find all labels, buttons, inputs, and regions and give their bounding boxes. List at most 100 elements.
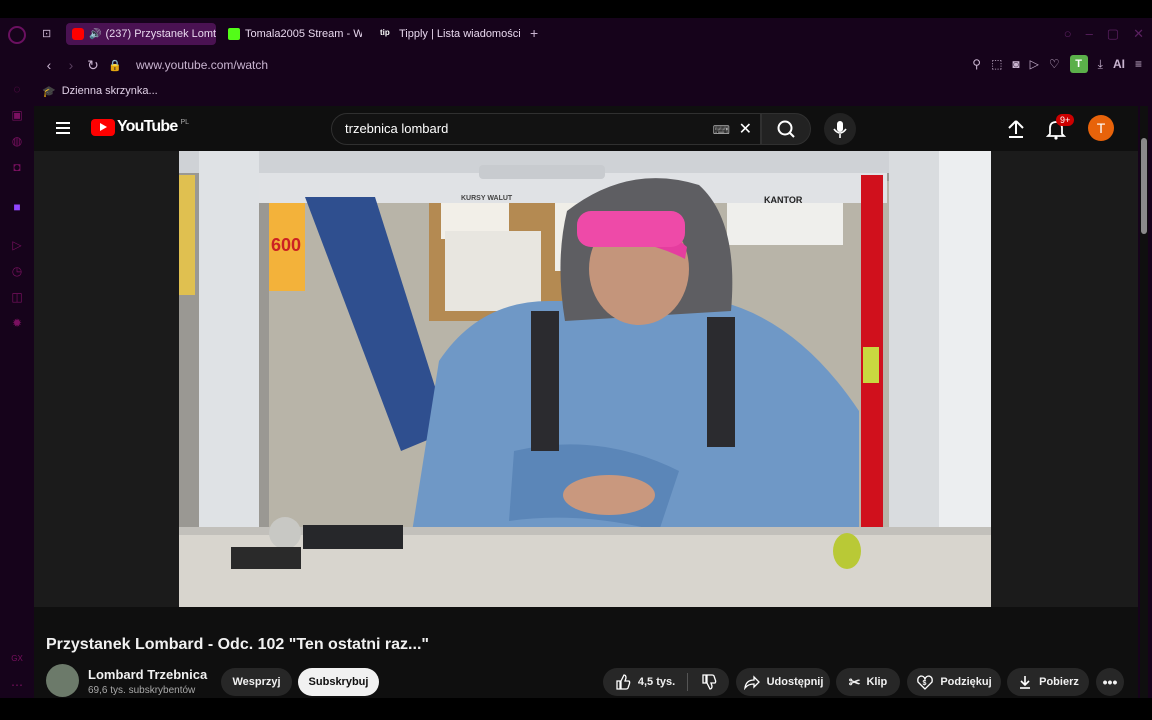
url-field[interactable]: www.youtube.com/watch [136, 58, 268, 72]
country-code: PL [180, 118, 190, 126]
tipply-icon: tip [380, 28, 390, 37]
channel-name[interactable]: Lombard Trzebnica [88, 667, 207, 682]
gx-icon[interactable]: GX [10, 652, 24, 666]
player-icon[interactable]: ▷ [10, 238, 24, 252]
snapshot-icon[interactable]: ⬚ [991, 57, 1002, 71]
tab-youtube[interactable]: 🔊 (237) Przystanek Lomt [66, 23, 216, 45]
user-avatar[interactable]: T [1088, 115, 1114, 141]
search-icon [777, 120, 795, 138]
instagram-icon[interactable]: ◘ [10, 160, 24, 174]
hamburger-menu-icon[interactable] [56, 122, 70, 134]
search-input[interactable] [345, 121, 705, 136]
voice-search-button[interactable] [824, 113, 856, 145]
letterbox-bottom [0, 698, 1152, 720]
tab-label: Tipply | Lista wiadomości [399, 28, 521, 40]
channel-avatar[interactable] [46, 664, 79, 697]
pinboard-icon[interactable]: ◫ [10, 290, 24, 304]
download-label: Pobierz [1039, 676, 1079, 688]
back-icon[interactable]: ‹ [38, 57, 60, 73]
maximize-icon[interactable]: ▢ [1107, 26, 1119, 42]
thanks-button[interactable]: $ Podziękuj [907, 668, 1001, 696]
workspaces-icon[interactable]: ⊡ [42, 27, 51, 40]
svg-text:$: $ [923, 680, 927, 687]
thanks-label: Podziękuj [940, 676, 992, 688]
sidebar-rail: ◌ ▣ ◍ ◘ ■ ▷ ◷ ◫ ✹ GX ⋯ [0, 18, 34, 698]
upload-icon [1008, 120, 1024, 138]
notification-badge: 9+ [1056, 114, 1075, 126]
youtube-logo[interactable]: YouTube PL [91, 118, 189, 136]
lock-icon[interactable]: 🔒 [104, 59, 126, 72]
new-tab-icon[interactable]: + [530, 25, 538, 41]
address-bar: ‹ › ↻ 🔒 www.youtube.com/watch ⚲ ⬚ ◙ ▷ ♡ … [34, 50, 1152, 80]
keyboard-icon[interactable]: ⌨ [713, 123, 730, 137]
download-arrow-icon [1020, 676, 1031, 689]
more-horizontal-icon: ••• [1102, 674, 1118, 690]
close-icon[interactable]: ✕ [1133, 26, 1144, 42]
video-player[interactable]: KURSY WALUT KANTOR 600 [34, 151, 1138, 607]
share-button[interactable]: Udostępnij [736, 668, 830, 696]
twitch-icon[interactable]: ■ [10, 200, 24, 214]
browser-window: ◌ ▣ ◍ ◘ ■ ▷ ◷ ◫ ✹ GX ⋯ ⊡ 🔊 (237) Przysta… [0, 18, 1152, 698]
speaker-icon: 🔊 [89, 28, 102, 40]
minimize-icon[interactable]: – [1086, 26, 1093, 42]
video-title: Przystanek Lombard - Odc. 102 "Ten ostat… [46, 636, 429, 653]
more-actions-button[interactable]: ••• [1096, 668, 1124, 696]
video-frame[interactable]: KURSY WALUT KANTOR 600 [179, 151, 991, 607]
thanks-icon: $ [917, 675, 934, 690]
profile-avatar[interactable]: T [1069, 55, 1088, 73]
microphone-icon [833, 121, 847, 138]
rail-icon-1[interactable]: ◌ [10, 82, 24, 96]
subscribe-button[interactable]: Subskrybuj [298, 668, 379, 696]
history-icon[interactable]: ◷ [10, 264, 24, 278]
forward-icon[interactable]: › [60, 57, 82, 73]
download-button[interactable]: Pobierz [1007, 668, 1089, 696]
graduation-cap-icon: 🎓 [42, 85, 56, 98]
create-button[interactable] [1004, 118, 1028, 140]
play-icon[interactable]: ▷ [1030, 57, 1039, 71]
heart-icon[interactable]: ♡ [1049, 57, 1060, 71]
settings-icon[interactable]: ✹ [10, 316, 24, 330]
tab-label: Tomala2005 Stream - Wat [245, 28, 362, 40]
reload-icon[interactable]: ↻ [82, 57, 104, 74]
tab-kick[interactable]: Tomala2005 Stream - Wat [222, 23, 362, 45]
letterbox-top [0, 0, 1152, 18]
thumbs-down-icon[interactable] [700, 673, 718, 691]
bookmarks-bar: 🎓 Dzienna skrzynka... [34, 80, 1152, 102]
clip-label: Klip [866, 676, 888, 688]
kick-icon [228, 28, 240, 40]
thumbs-up-icon[interactable] [614, 673, 632, 691]
clip-button[interactable]: ✂ Klip [836, 668, 900, 696]
like-dislike-group: 4,5 tys. [603, 668, 729, 696]
kantor-sign: KANTOR [764, 195, 803, 205]
menu-icon[interactable]: ≡ [1135, 57, 1142, 71]
more-icon[interactable]: ⋯ [10, 678, 24, 692]
pocket-icon[interactable]: ◙ [1012, 57, 1019, 71]
video-scene [179, 151, 991, 607]
like-count[interactable]: 4,5 tys. [638, 676, 675, 688]
youtube-wordmark: YouTube [117, 118, 178, 135]
ai-button[interactable]: AI [1113, 57, 1125, 71]
download-icon[interactable]: ⤓ [1098, 57, 1103, 72]
clear-search-icon[interactable]: ✕ [739, 119, 752, 139]
search-tabs-icon[interactable]: ○ [1064, 26, 1072, 42]
tab-label: (237) Przystanek Lomt [105, 28, 216, 40]
exchange-rates-sign: KURSY WALUT [461, 195, 513, 202]
tab-tipply[interactable]: tip Tipply | Lista wiadomości [374, 23, 524, 45]
share-label: Udostępnij [766, 676, 824, 688]
opera-logo-icon[interactable] [8, 26, 26, 44]
youtube-header: YouTube PL ⌨ ✕ 9+ T [34, 106, 1138, 151]
tab-strip: ⊡ 🔊 (237) Przystanek Lomt Tomala2005 Str… [34, 18, 1152, 50]
support-button[interactable]: Wesprzyj [221, 668, 292, 696]
share-icon [743, 675, 760, 690]
messenger-icon[interactable]: ◍ [10, 134, 24, 148]
pin-icon[interactable]: ⚲ [972, 57, 981, 71]
address-actions: ⚲ ⬚ ◙ ▷ ♡ T ⤓ AI ≡ [972, 55, 1142, 73]
page-scrollbar[interactable] [1140, 106, 1148, 698]
youtube-page: YouTube PL ⌨ ✕ 9+ T [34, 106, 1138, 698]
search-button[interactable] [761, 113, 811, 145]
rail-icon-2[interactable]: ▣ [10, 108, 24, 122]
scissors-icon: ✂ [848, 673, 861, 690]
scrollbar-thumb[interactable] [1141, 138, 1147, 234]
bookmark-item[interactable]: Dzienna skrzynka... [62, 85, 158, 97]
price-poster: 600 [271, 235, 302, 255]
